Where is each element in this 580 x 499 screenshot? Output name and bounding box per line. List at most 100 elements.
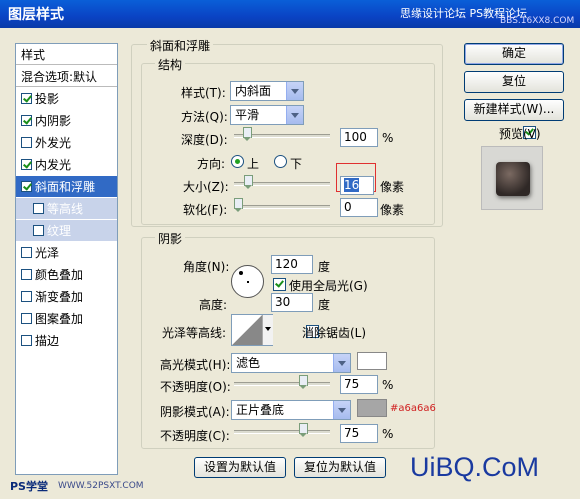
shading-title: 阴影 (155, 230, 186, 247)
chevron-down-icon (262, 315, 273, 345)
style-list-item[interactable]: 内发光 (16, 154, 117, 175)
style-checkbox[interactable] (21, 313, 32, 324)
shadow-opacity-input[interactable]: 75 (340, 424, 378, 443)
style-checkbox[interactable] (21, 181, 32, 192)
style-list-item[interactable]: 投影 (16, 88, 117, 109)
depth-slider[interactable] (234, 127, 330, 141)
style-checkbox[interactable] (33, 225, 44, 236)
altitude-label: 高度: (199, 298, 228, 312)
soften-slider-thumb[interactable] (234, 198, 243, 212)
angle-input[interactable]: 120 (271, 255, 313, 274)
bevel-emboss-title: 斜面和浮雕 (147, 37, 214, 54)
shadow-opacity-unit: % (382, 427, 394, 441)
soften-slider[interactable] (234, 198, 330, 212)
style-checkbox[interactable] (21, 93, 32, 104)
antialias-label: 消除锯齿(L) (302, 326, 367, 340)
style-select[interactable]: 内斜面 (230, 81, 304, 101)
style-list-item[interactable]: 光泽 (16, 242, 117, 263)
technique-select[interactable]: 平滑 (230, 105, 304, 125)
soften-label: 软化(F): (183, 203, 228, 217)
style-list-item[interactable]: 颜色叠加 (16, 264, 117, 285)
styles-list: 样式混合选项:默认投影内阴影外发光内发光斜面和浮雕等高线纹理 光泽 颜色叠加渐变叠加… (15, 43, 118, 475)
style-checkbox[interactable] (21, 269, 32, 280)
style-checkbox[interactable] (33, 203, 44, 214)
depth-slider-thumb[interactable] (243, 127, 252, 141)
style-checkbox[interactable] (21, 137, 32, 148)
set-default-button[interactable]: 设置为默认值 (194, 457, 286, 478)
style-list-item[interactable]: 纹理 (16, 220, 117, 241)
style-checkbox[interactable] (21, 115, 32, 126)
shadow-opacity-label: 不透明度(C): (160, 429, 230, 443)
highlight-opacity-thumb[interactable] (299, 375, 308, 389)
watermark-sub: BBS.16XX8.COM (500, 16, 575, 26)
gloss-contour-picker[interactable] (231, 314, 273, 346)
style-checkbox[interactable] (21, 247, 32, 258)
highlight-opacity-slider[interactable] (234, 375, 330, 389)
altitude-input[interactable]: 30 (271, 293, 313, 312)
size-slider[interactable] (234, 175, 330, 189)
style-list-item[interactable]: 外发光 (16, 132, 117, 153)
direction-down-label: 下 (290, 157, 303, 171)
style-list-item[interactable]: 内阴影 (16, 110, 117, 131)
direction-down-radio[interactable] (274, 155, 287, 168)
style-checkbox[interactable] (21, 291, 32, 302)
ok-button[interactable]: 确定 (464, 43, 564, 65)
angle-label: 角度(N): (183, 260, 230, 274)
highlight-opacity-label: 不透明度(O): (160, 380, 231, 394)
structure-title: 结构 (155, 56, 186, 73)
reset-button[interactable]: 复位 (464, 71, 564, 93)
shadow-opacity-thumb[interactable] (299, 423, 308, 437)
direction-up-radio[interactable] (231, 155, 244, 168)
chevron-down-icon (333, 354, 350, 372)
style-list-label: 混合选项:默认 (21, 69, 98, 84)
style-list-item[interactable]: 斜面和浮雕 (16, 176, 117, 197)
shadow-mode-select[interactable]: 正片叠底 (231, 400, 351, 420)
size-slider-thumb[interactable] (244, 175, 253, 189)
style-label: 样式(T): (181, 86, 226, 100)
depth-input[interactable]: 100 (340, 128, 378, 147)
style-list-label: 斜面和浮雕 (35, 180, 96, 194)
soften-input[interactable]: 0 (340, 198, 378, 217)
preview-swatch-image (496, 162, 530, 196)
angle-dial[interactable] (231, 265, 264, 298)
preview-thumbnail (481, 146, 543, 210)
style-list-item[interactable]: 描边 (16, 330, 117, 351)
gloss-contour-label: 光泽等高线: (162, 326, 227, 340)
shadow-color-swatch[interactable] (357, 399, 387, 417)
style-list-label: 内阴影 (35, 114, 72, 128)
chevron-down-icon (286, 82, 303, 100)
global-light-checkbox[interactable] (273, 278, 286, 291)
style-list-label: 渐变叠加 (35, 290, 84, 304)
style-list-item[interactable]: 等高线 (16, 198, 117, 219)
altitude-unit: 度 (318, 298, 331, 312)
angle-dial-center (247, 281, 249, 283)
title-bar: 图层样式 思缘设计论坛 PS教程论坛 BBS.16XX8.COM (0, 0, 580, 28)
angle-unit: 度 (318, 260, 331, 274)
soften-unit: 像素 (380, 203, 405, 217)
reset-default-button[interactable]: 复位为默认值 (294, 457, 386, 478)
shadow-mode-label: 阴影模式(A): (160, 405, 230, 419)
style-checkbox[interactable] (21, 335, 32, 346)
size-input[interactable]: 16 (340, 176, 374, 195)
highlight-opacity-input[interactable]: 75 (340, 375, 378, 394)
style-list-label: 内发光 (35, 158, 72, 172)
size-unit: 像素 (380, 180, 405, 194)
preview-label: 预览(V) (499, 127, 541, 141)
style-list-label: 样式 (21, 47, 46, 62)
global-light-label: 使用全局光(G) (289, 279, 368, 293)
highlight-mode-select[interactable]: 滤色 (231, 353, 351, 373)
technique-label: 方法(Q): (181, 110, 228, 124)
highlight-opacity-unit: % (382, 378, 394, 392)
window-title: 图层样式 (8, 7, 64, 23)
style-list-item[interactable]: 混合选项:默认 (16, 66, 117, 87)
highlight-color-swatch[interactable] (357, 352, 387, 370)
style-list-label: 图案叠加 (35, 312, 84, 326)
style-list-item[interactable]: 渐变叠加 (16, 286, 117, 307)
style-list-item[interactable]: 图案叠加 (16, 308, 117, 329)
style-list-item[interactable]: 样式 (16, 44, 117, 65)
style-list-label: 等高线 (47, 202, 84, 216)
new-style-button[interactable]: 新建样式(W)... (464, 99, 564, 121)
watermark-bottom-right: UiBQ.CoM (410, 452, 540, 482)
shadow-opacity-slider[interactable] (234, 423, 330, 437)
style-checkbox[interactable] (21, 159, 32, 170)
